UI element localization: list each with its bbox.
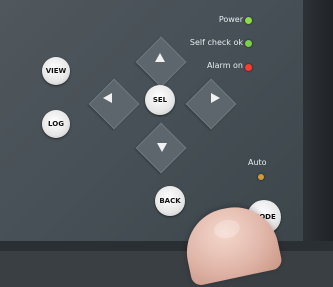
down-arrow-icon <box>157 143 167 152</box>
view-button[interactable]: VIEW <box>42 57 70 85</box>
alarm-label: Alarm on <box>206 61 243 70</box>
power-led <box>245 17 252 24</box>
alarm-led <box>245 64 252 71</box>
up-arrow-icon <box>155 53 165 62</box>
panel-bottom <box>0 241 333 251</box>
auto-led <box>258 174 264 180</box>
log-button[interactable]: LOG <box>42 110 70 138</box>
panel-edge <box>303 0 333 251</box>
back-button[interactable]: BACK <box>155 186 185 216</box>
self-check-label: Self check ok <box>189 38 243 47</box>
sel-button[interactable]: SEL <box>145 85 175 115</box>
power-label: Power <box>218 15 243 24</box>
self-check-led <box>245 40 252 47</box>
left-arrow-icon <box>103 93 112 103</box>
auto-label: Auto <box>248 158 267 167</box>
right-arrow-icon <box>211 93 220 103</box>
